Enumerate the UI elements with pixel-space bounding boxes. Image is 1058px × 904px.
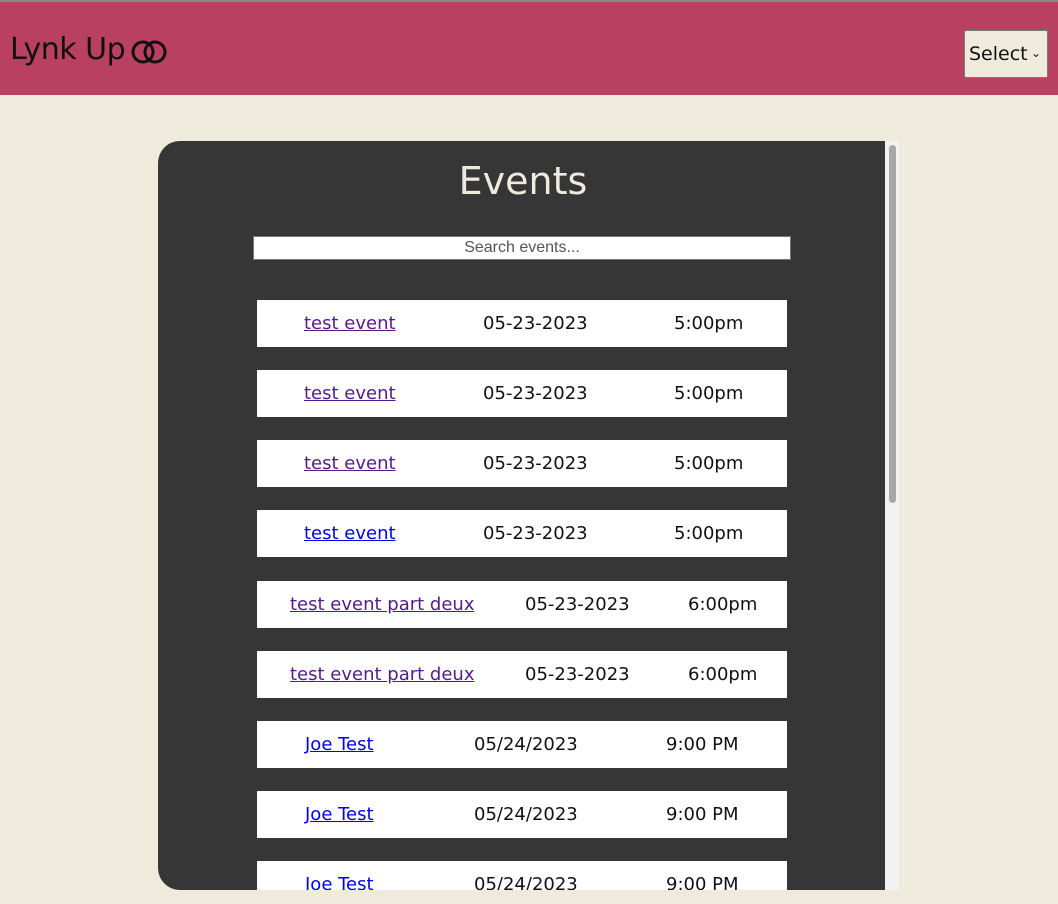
event-date: 05/24/2023 <box>474 874 578 890</box>
event-time: 9:00 PM <box>666 874 739 890</box>
page-title: Events <box>458 159 588 203</box>
event-time: 6:00pm <box>688 664 758 685</box>
event-date: 05/24/2023 <box>474 804 578 825</box>
event-row: test event part deux 05-23-2023 6:00pm <box>257 651 787 698</box>
event-date: 05-23-2023 <box>483 313 588 334</box>
event-row: Joe Test 05/24/2023 9:00 PM <box>257 861 787 890</box>
event-row: Joe Test 05/24/2023 9:00 PM <box>257 791 787 838</box>
events-panel: Events test event05-23-20235:00pmtest ev… <box>158 141 888 890</box>
event-name-link[interactable]: test event part deux <box>290 651 474 698</box>
event-time: 5:00pm <box>674 313 744 334</box>
event-row: test event 05-23-2023 5:00pm <box>257 440 787 487</box>
event-name-link[interactable]: test event <box>304 510 396 557</box>
event-time: 5:00pm <box>674 453 744 474</box>
event-name-link[interactable]: Joe Test <box>305 721 374 768</box>
scrollbar[interactable] <box>885 141 899 890</box>
event-time: 9:00 PM <box>666 804 739 825</box>
event-date: 05-23-2023 <box>525 664 630 685</box>
select-dropdown[interactable]: Select ⌄ <box>964 30 1048 78</box>
event-time: 5:00pm <box>674 523 744 544</box>
event-time: 5:00pm <box>674 383 744 404</box>
event-name-link[interactable]: test event <box>304 370 396 417</box>
event-date: 05-23-2023 <box>525 594 630 615</box>
event-name-link[interactable]: Joe Test <box>305 791 374 838</box>
link-rings-icon <box>131 40 167 64</box>
event-date: 05-23-2023 <box>483 523 588 544</box>
event-row: Joe Test 05/24/2023 9:00 PM <box>257 721 787 768</box>
logo[interactable]: Lynk Up <box>10 32 169 68</box>
event-name-link[interactable]: Joe Test <box>305 861 374 890</box>
event-date: 05/24/2023 <box>474 734 578 755</box>
event-name-link[interactable]: test event <box>304 440 396 487</box>
scrollbar-thumb[interactable] <box>889 145 896 503</box>
event-date: 05-23-2023 <box>483 453 588 474</box>
event-row: test event 05-23-2023 5:00pm <box>257 370 787 417</box>
event-row: test event part deux 05-23-2023 6:00pm <box>257 581 787 628</box>
top-bar: Lynk Up Select ⌄ <box>0 0 1058 95</box>
search-input[interactable] <box>253 236 791 260</box>
event-date: 05-23-2023 <box>483 383 588 404</box>
select-label: Select <box>969 43 1028 65</box>
event-row: test event 05-23-2023 5:00pm <box>257 510 787 557</box>
logo-text: Lynk Up <box>10 32 126 67</box>
event-name-link[interactable]: test event part deux <box>290 581 474 628</box>
event-row: test event 05-23-2023 5:00pm <box>257 300 787 347</box>
chevron-down-icon: ⌄ <box>1030 46 1041 60</box>
event-time: 9:00 PM <box>666 734 739 755</box>
event-name-link[interactable]: test event <box>304 300 396 347</box>
event-time: 6:00pm <box>688 594 758 615</box>
